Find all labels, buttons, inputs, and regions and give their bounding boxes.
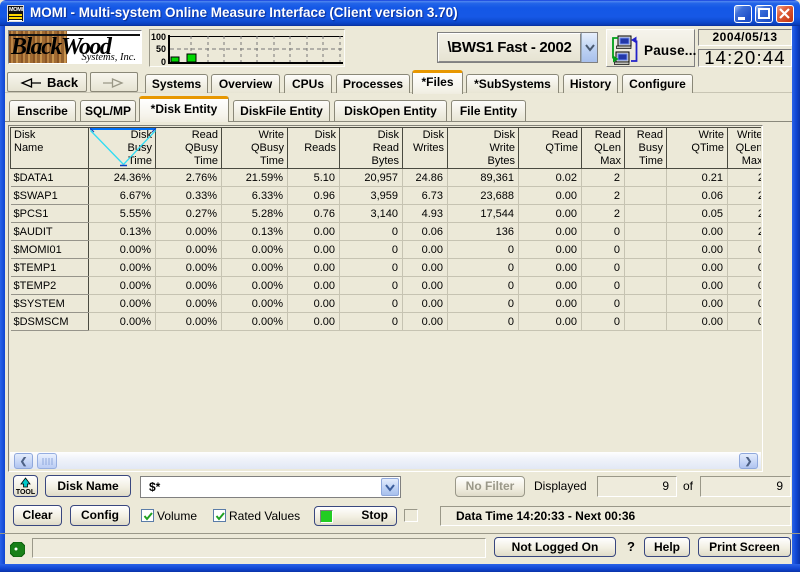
svg-text:100: 100 [151, 32, 166, 42]
svg-text:0: 0 [161, 57, 166, 66]
svg-text:50: 50 [156, 44, 166, 54]
svg-text:TOOL: TOOL [16, 489, 36, 496]
